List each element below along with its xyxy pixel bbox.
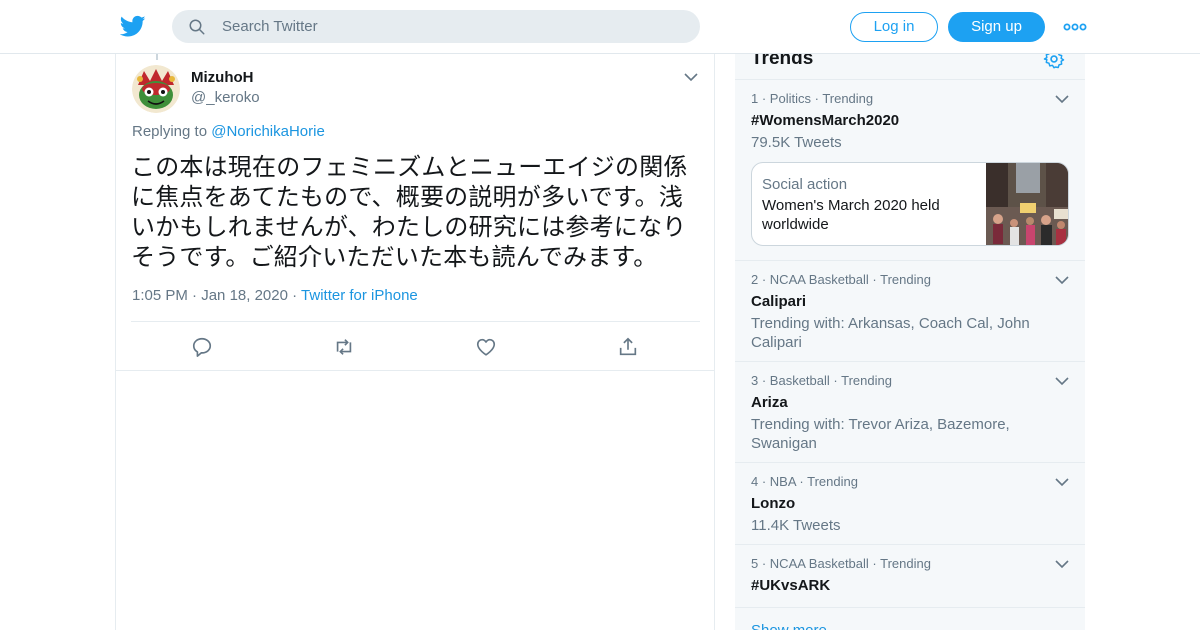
card-label: Social action (762, 176, 848, 193)
trend-status: Trending (880, 272, 931, 287)
author-name[interactable]: MizuhoH (191, 69, 253, 86)
trend-category: NCAA Basketball (769, 272, 869, 287)
avatar[interactable] (132, 65, 180, 113)
trends-panel: Trends 1 · Politics · Trending #WomensMa… (735, 30, 1085, 630)
replying-to-link[interactable]: @NorichikaHorie (211, 123, 325, 140)
trend-status: Trending (880, 556, 931, 571)
like-heart-icon[interactable] (475, 336, 497, 358)
trend-subtitle: Trending with: Arkansas, Coach Cal, John… (751, 315, 1030, 351)
tweet-date[interactable]: Jan 18, 2020 (201, 287, 288, 304)
tweet-meta: 1:05 PM · Jan 18, 2020 · Twitter for iPh… (132, 287, 418, 304)
chevron-down-icon[interactable] (1054, 91, 1070, 107)
tweet-column: MizuhoH @_keroko Replying to @NorichikaH… (115, 54, 715, 630)
trend-context: 1 · Politics · Trending (751, 91, 874, 106)
replying-to-line: Replying to @NorichikaHorie (132, 123, 325, 140)
thread-connector-line (156, 54, 158, 60)
tweet-text: この本は現在のフェミニズムとニューエイジの関係に焦点をあてたもので、概要の説明が… (131, 153, 688, 271)
card-title: Women's March 2020 held worldwide (762, 197, 940, 233)
trend-subtitle: 11.4K Tweets (751, 517, 841, 534)
search-box[interactable] (172, 10, 700, 43)
chevron-down-icon[interactable] (1054, 556, 1070, 572)
trend-category: NCAA Basketball (769, 556, 869, 571)
trend-item[interactable]: 5 · NCAA Basketball · Trending #UKvsARK (735, 546, 1085, 608)
chevron-down-icon[interactable] (683, 69, 699, 85)
tweet-time[interactable]: 1:05 PM (132, 287, 188, 304)
trend-name[interactable]: Lonzo (751, 495, 795, 512)
replying-to-label: Replying to (132, 123, 208, 140)
more-options-icon[interactable] (1063, 17, 1087, 37)
trend-item[interactable]: 4 · NBA · Trending Lonzo 11.4K Tweets (735, 464, 1085, 545)
chevron-down-icon[interactable] (1054, 373, 1070, 389)
trend-event-card[interactable]: Social action Women's March 2020 held wo… (751, 162, 1069, 246)
trend-item[interactable]: 1 · Politics · Trending #WomensMarch2020… (735, 81, 1085, 261)
trend-context: 4 · NBA · Trending (751, 474, 858, 489)
trend-context: 5 · NCAA Basketball · Trending (751, 556, 931, 571)
trend-rank: 4 (751, 474, 759, 489)
trend-category: NBA (769, 474, 796, 489)
trend-context: 2 · NCAA Basketball · Trending (751, 272, 931, 287)
trend-subtitle: Trending with: Trevor Ariza, Bazemore, S… (751, 416, 1010, 452)
tweet-bottom-border (116, 370, 714, 371)
trend-context: 3 · Basketball · Trending (751, 373, 892, 388)
author-handle[interactable]: @_keroko (191, 89, 260, 106)
login-button[interactable]: Log in (850, 12, 938, 42)
trend-status: Trending (822, 91, 874, 106)
retweet-icon[interactable] (333, 336, 355, 358)
tweet-source[interactable]: Twitter for iPhone (301, 287, 418, 304)
trend-name[interactable]: #UKvsARK (751, 577, 830, 594)
trend-status: Trending (841, 373, 892, 388)
card-thumbnail-image (986, 163, 1068, 245)
avatar-image (132, 65, 180, 113)
top-bar: Log in Sign up (0, 0, 1200, 54)
show-more-link[interactable]: Show more (751, 622, 827, 630)
share-icon[interactable] (617, 336, 639, 358)
trend-rank: 1 (751, 91, 759, 106)
trend-category: Basketball (769, 373, 830, 388)
signup-button[interactable]: Sign up (948, 12, 1045, 42)
meta-separator: · (192, 287, 202, 304)
chevron-down-icon[interactable] (1054, 474, 1070, 490)
trend-name[interactable]: Ariza (751, 394, 788, 411)
divider (131, 321, 700, 322)
twitter-logo-icon[interactable] (120, 13, 146, 39)
search-icon (189, 19, 205, 35)
search-input[interactable] (222, 10, 682, 43)
chevron-down-icon[interactable] (1054, 272, 1070, 288)
trend-rank: 5 (751, 556, 759, 571)
trend-item[interactable]: 2 · NCAA Basketball · Trending Calipari … (735, 262, 1085, 362)
meta-separator: · (292, 287, 302, 304)
trend-rank: 3 (751, 373, 759, 388)
trend-name[interactable]: #WomensMarch2020 (751, 112, 899, 129)
trend-name[interactable]: Calipari (751, 293, 806, 310)
reply-icon[interactable] (191, 336, 213, 358)
trend-category: Politics (769, 91, 811, 106)
trend-subtitle: 79.5K Tweets (751, 134, 842, 151)
trend-item[interactable]: 3 · Basketball · Trending Ariza Trending… (735, 363, 1085, 463)
trend-rank: 2 (751, 272, 759, 287)
trend-status: Trending (807, 474, 858, 489)
